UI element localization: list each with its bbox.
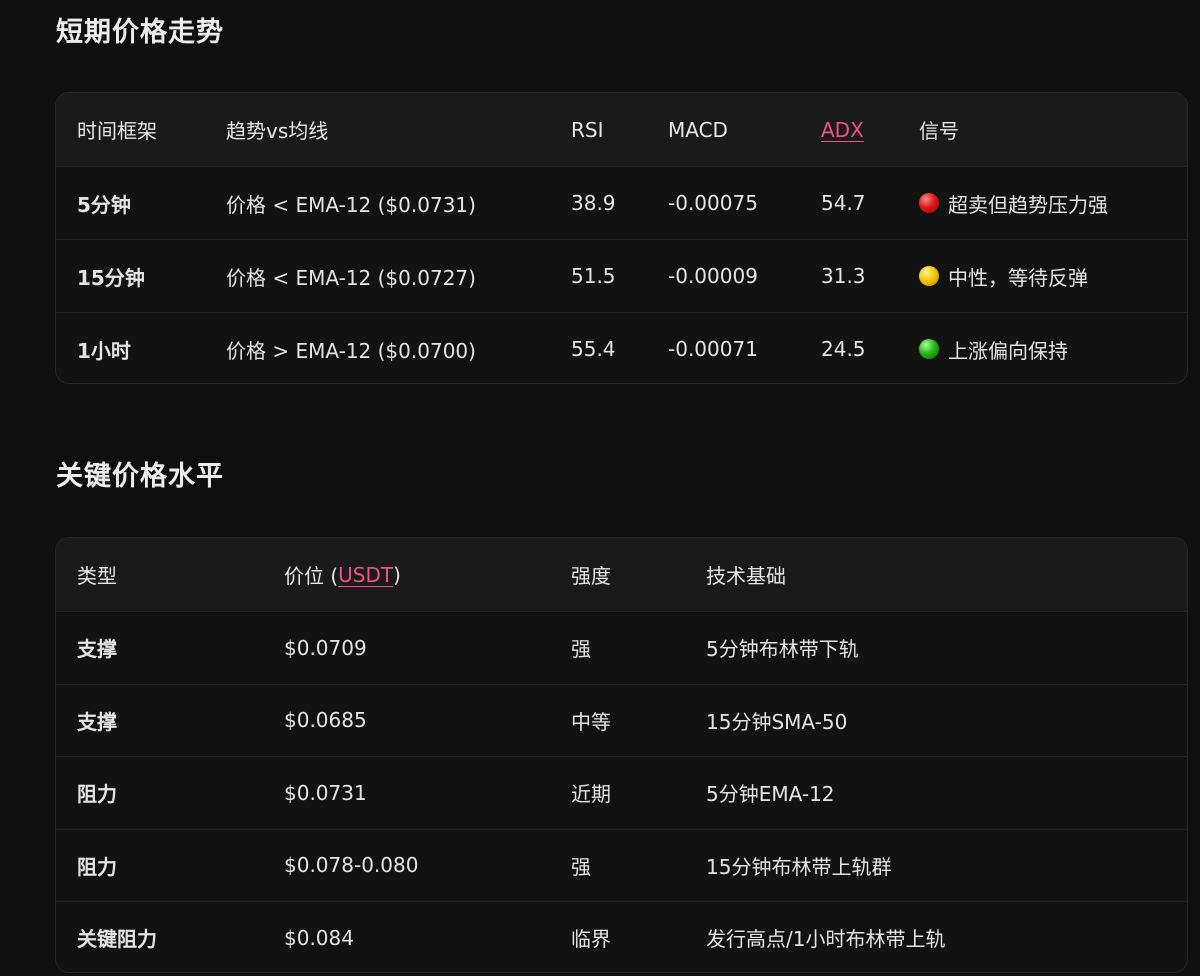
timeframe-cell: 5分钟	[77, 192, 131, 217]
adx-cell: 24.5	[821, 337, 866, 361]
rsi-cell: 38.9	[571, 191, 616, 215]
signal-cell: 中性，等待反弹	[919, 240, 1088, 312]
price-trend-table: 时间框架 趋势vs均线 RSI MACD ADX 信号 5分钟 价格 < EMA…	[55, 92, 1188, 384]
table-row: 阻力 $0.078-0.080 强 15分钟布林带上轨群	[56, 828, 1187, 902]
timeframe-cell: 15分钟	[77, 265, 145, 290]
table-header-row: 类型 价位 (USDT) 强度 技术基础	[56, 538, 1187, 611]
type-cell: 关键阻力	[77, 927, 157, 952]
adx-link[interactable]: ADX	[821, 118, 864, 142]
adx-cell: 54.7	[821, 191, 866, 215]
strength-cell: 中等	[571, 709, 611, 734]
yellow-circle-icon	[919, 266, 939, 286]
basis-cell: 发行高点/1小时布林带上轨	[706, 927, 946, 952]
table-row: 关键阻力 $0.084 临界 发行高点/1小时布林带上轨	[56, 901, 1187, 972]
strength-cell: 强	[571, 637, 591, 662]
header-type: 类型	[77, 564, 117, 588]
table-row: 阻力 $0.0731 近期 5分钟EMA-12	[56, 756, 1187, 829]
section-title-price-trend: 短期价格走势	[56, 17, 224, 48]
type-cell: 支撑	[77, 637, 117, 662]
adx-cell: 31.3	[821, 264, 866, 288]
header-price-prefix: 价位 (	[284, 564, 339, 588]
table-row: 1小时 价格 > EMA-12 ($0.0700) 55.4 -0.00071 …	[56, 312, 1187, 383]
type-cell: 阻力	[77, 854, 117, 879]
type-cell: 阻力	[77, 782, 117, 807]
type-cell: 支撑	[77, 709, 117, 734]
section-title-key-levels: 关键价格水平	[56, 461, 224, 492]
table-row: 支撑 $0.0709 强 5分钟布林带下轨	[56, 611, 1187, 684]
strength-cell: 强	[571, 854, 591, 879]
basis-cell: 5分钟布林带下轨	[706, 637, 859, 662]
trend-cell: 价格 > EMA-12 ($0.0700)	[226, 338, 476, 363]
green-circle-icon	[919, 339, 939, 359]
table-row: 15分钟 价格 < EMA-12 ($0.0727) 51.5 -0.00009…	[56, 239, 1187, 312]
signal-cell: 上涨偏向保持	[919, 313, 1068, 383]
header-rsi: RSI	[571, 117, 604, 142]
key-levels-table: 类型 价位 (USDT) 强度 技术基础 支撑 $0.0709 强 5分钟布林带…	[55, 537, 1188, 973]
header-trend-vs-ma: 趋势vs均线	[226, 119, 329, 143]
header-macd: MACD	[668, 117, 728, 142]
header-strength: 强度	[571, 564, 611, 588]
header-price: 价位 (USDT)	[284, 538, 401, 611]
header-signal: 信号	[919, 119, 959, 143]
strength-cell: 临界	[571, 927, 611, 952]
header-adx-cell: ADX	[821, 93, 864, 166]
price-cell: $0.0685	[284, 708, 367, 733]
price-cell: $0.0709	[284, 635, 367, 660]
basis-cell: 5分钟EMA-12	[706, 782, 835, 807]
price-cell: $0.084	[284, 925, 354, 950]
table-row: 支撑 $0.0685 中等 15分钟SMA-50	[56, 683, 1187, 757]
signal-text: 超卖但趋势压力强	[948, 192, 1108, 217]
table-header-row: 时间框架 趋势vs均线 RSI MACD ADX 信号	[56, 93, 1187, 166]
timeframe-cell: 1小时	[77, 338, 131, 363]
signal-text: 上涨偏向保持	[948, 338, 1068, 363]
table-row: 5分钟 价格 < EMA-12 ($0.0731) 38.9 -0.00075 …	[56, 166, 1187, 239]
macd-cell: -0.00075	[668, 191, 758, 215]
rsi-cell: 51.5	[571, 264, 616, 288]
macd-cell: -0.00071	[668, 337, 758, 361]
trend-cell: 价格 < EMA-12 ($0.0727)	[226, 265, 476, 290]
strength-cell: 近期	[571, 782, 611, 807]
rsi-cell: 55.4	[571, 337, 616, 361]
header-basis: 技术基础	[706, 564, 786, 588]
header-price-suffix: )	[393, 562, 401, 587]
signal-cell: 超卖但趋势压力强	[919, 167, 1108, 239]
basis-cell: 15分钟SMA-50	[706, 709, 848, 734]
header-timeframe: 时间框架	[77, 119, 157, 143]
price-cell: $0.078-0.080	[284, 853, 419, 878]
trend-cell: 价格 < EMA-12 ($0.0731)	[226, 192, 476, 217]
signal-text: 中性，等待反弹	[948, 265, 1088, 290]
red-circle-icon	[919, 193, 939, 213]
price-cell: $0.0731	[284, 780, 367, 805]
macd-cell: -0.00009	[668, 264, 758, 288]
usdt-link[interactable]: USDT	[338, 563, 393, 587]
basis-cell: 15分钟布林带上轨群	[706, 854, 892, 879]
